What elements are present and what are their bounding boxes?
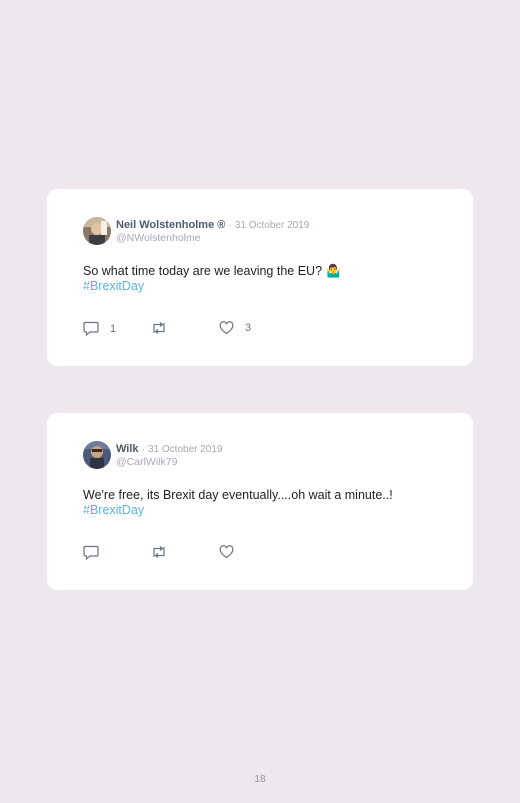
avatar[interactable] (83, 441, 111, 469)
separator: · (228, 220, 232, 231)
reply-icon (83, 321, 99, 336)
reply-count: 1 (110, 322, 117, 335)
like-count: 3 (245, 322, 252, 334)
tweet-actions: 1 3 (83, 321, 283, 337)
tweet-card: Wilk · 31 October 2019 @CarlWilk79 We're… (47, 413, 473, 590)
tweet-date[interactable]: 31 October 2019 (235, 220, 310, 231)
like-icon (219, 321, 234, 335)
reply-button[interactable] (83, 545, 110, 560)
tweet-header: Neil Wolstenholme ® · 31 October 2019 (116, 219, 309, 232)
tweet-body: So what time today are we leaving the EU… (83, 264, 342, 278)
like-button[interactable]: 3 (219, 321, 251, 335)
reply-button[interactable]: 1 (83, 321, 116, 336)
like-icon (219, 545, 234, 559)
page-number: 18 (254, 774, 266, 785)
retweet-button[interactable] (150, 321, 168, 335)
avatar[interactable] (83, 217, 111, 245)
tweet-card: Neil Wolstenholme ® · 31 October 2019 @N… (47, 189, 473, 366)
author-handle[interactable]: @CarlWilk79 (116, 456, 177, 468)
retweet-icon (153, 546, 165, 558)
author-name[interactable]: Wilk (116, 443, 139, 455)
tweet-actions (83, 545, 283, 561)
tweet-text: So what time today are we leaving the EU… (83, 264, 443, 294)
author-name[interactable]: Neil Wolstenholme ® (116, 219, 225, 231)
reply-icon (83, 545, 99, 560)
retweet-button[interactable] (150, 545, 168, 559)
author-handle[interactable]: @NWolstenholme (116, 232, 201, 244)
hashtag-link[interactable]: #BrexitDay (83, 279, 443, 294)
tweet-text: We're free, its Brexit day eventually...… (83, 488, 443, 518)
separator: · (141, 444, 145, 455)
retweet-icon (153, 322, 165, 334)
hashtag-link[interactable]: #BrexitDay (83, 503, 443, 518)
tweet-header: Wilk · 31 October 2019 (116, 443, 222, 456)
like-button[interactable] (219, 545, 245, 559)
tweet-body: We're free, its Brexit day eventually...… (83, 488, 393, 502)
tweet-date[interactable]: 31 October 2019 (148, 444, 223, 455)
